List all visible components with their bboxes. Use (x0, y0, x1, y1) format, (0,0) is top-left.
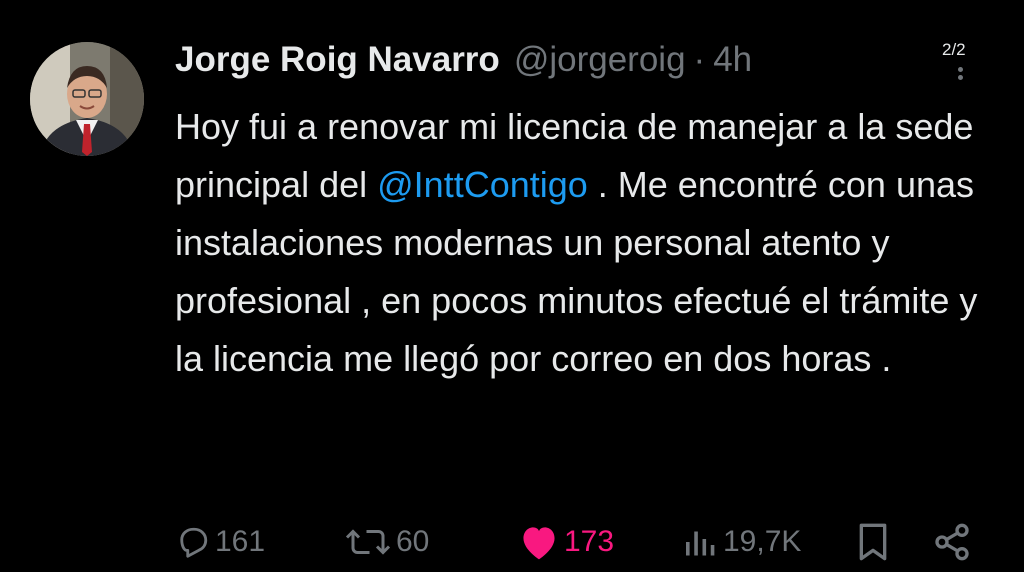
views-icon (686, 531, 715, 556)
views-count: 19,7K (723, 525, 802, 558)
views-button[interactable]: 19,7K (683, 512, 801, 572)
bookmark-button[interactable] (856, 512, 890, 572)
separator: · (693, 40, 706, 79)
tweet-header: Jorge Roig Navarro @jorgeroig · 4h (175, 40, 752, 86)
author-name[interactable]: Jorge Roig Navarro (175, 40, 500, 80)
action-bar: 161 60 173 19,7K (0, 512, 1024, 572)
repost-icon (345, 529, 391, 555)
like-count: 173 (564, 525, 615, 558)
like-button[interactable]: 173 (518, 512, 614, 572)
timestamp[interactable]: 4h (713, 40, 752, 80)
mention-link[interactable]: @InttContigo (377, 164, 588, 205)
bookmark-icon (859, 523, 887, 561)
share-button[interactable] (932, 512, 972, 572)
avatar-image (30, 42, 144, 156)
more-icon[interactable] (955, 64, 965, 83)
tweet-text: Hoy fui a renovar mi licencia de manejar… (175, 98, 1005, 388)
author-handle[interactable]: @jorgeroig (514, 40, 686, 80)
avatar[interactable] (30, 42, 144, 156)
reply-count: 161 (215, 525, 266, 558)
page-indicator: 2/2 (942, 40, 966, 59)
reply-icon (180, 527, 208, 558)
repost-count: 60 (396, 525, 430, 558)
share-icon (935, 523, 969, 561)
reply-button[interactable]: 161 (175, 512, 265, 572)
heart-icon (523, 527, 555, 560)
repost-button[interactable]: 60 (344, 512, 429, 572)
